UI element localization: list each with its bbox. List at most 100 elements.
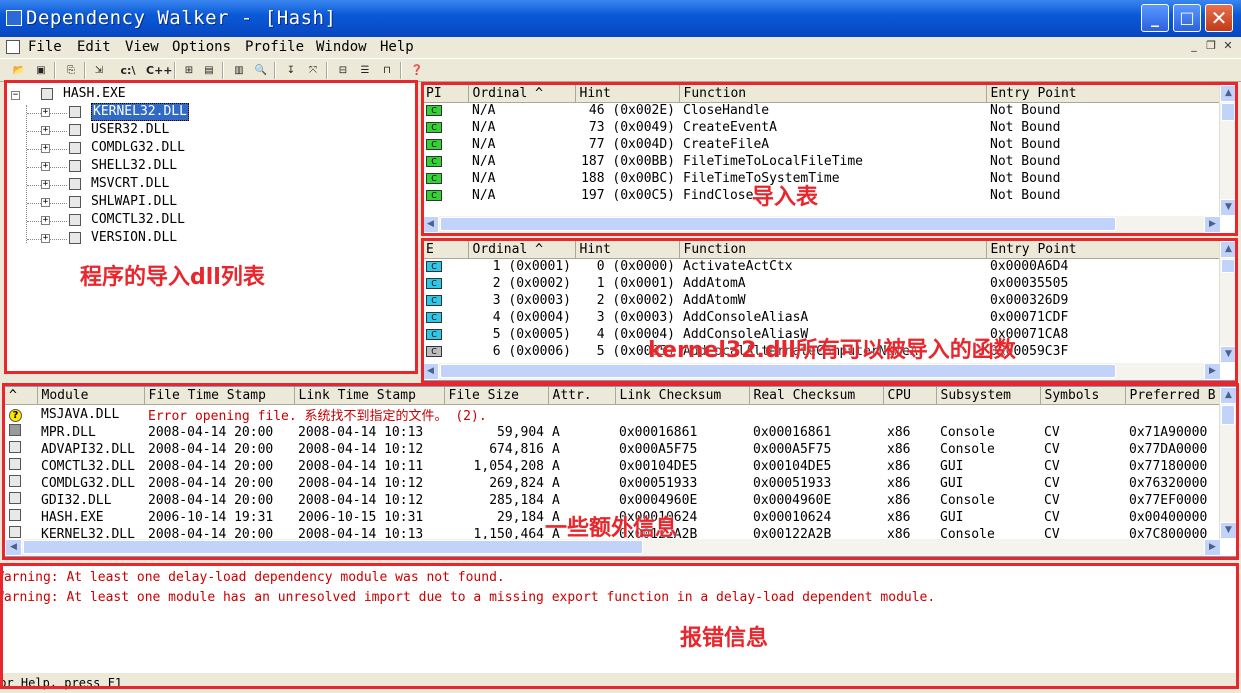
table-row[interactable]: MPR.DLL 2008-04-14 20:00 2008-04-14 10:13 5… xyxy=(5,424,1236,441)
tree-root[interactable]: HASH.EXE xyxy=(63,85,126,103)
tree-item[interactable]: COMDLG32.DLL xyxy=(91,139,185,157)
table-row[interactable]: C N/A 73 (0x0049) CreateEventA Not Bound xyxy=(422,119,1221,136)
col-function[interactable]: Function xyxy=(679,85,987,103)
col-entry-point[interactable]: Entry Point xyxy=(986,85,1222,103)
modules-col-header[interactable]: File Size xyxy=(444,387,549,405)
copy-icon[interactable]: ⎘ xyxy=(62,62,80,79)
tree-item[interactable]: COMCTL32.DLL xyxy=(91,211,185,229)
function-type-icon: C xyxy=(422,309,468,326)
table-row[interactable]: C 2 (0x0002) 1 (0x0001) AddAtomA 0x00035505 xyxy=(422,275,1221,292)
imports-pane[interactable]: PI Ordinal ^ Hint Function Entry Point C… xyxy=(421,84,1237,234)
col-ordinal[interactable]: Ordinal ^ xyxy=(468,241,576,259)
open-icon[interactable]: 📂 xyxy=(10,62,28,79)
table-cell: Not Bound xyxy=(990,137,1061,152)
imports-vscroll[interactable]: ▲ ▼ xyxy=(1219,85,1236,216)
table-row[interactable]: C 1 (0x0001) 0 (0x0000) ActivateActCtx 0x000… xyxy=(422,258,1221,275)
imports-hscroll[interactable]: ◀ ▶ xyxy=(422,216,1221,233)
table-row[interactable]: GDI32.DLL 2008-04-14 20:00 2008-04-14 10:1… xyxy=(5,492,1236,509)
copy-list-icon[interactable]: ⇲ xyxy=(90,62,108,79)
tree-expand-toggle[interactable]: + xyxy=(41,144,50,153)
modules-col-header[interactable]: Attr. xyxy=(548,387,616,405)
table-cell: 2008-04-14 10:12 xyxy=(298,492,424,508)
mdi-minimize-icon[interactable]: _ xyxy=(1186,39,1202,53)
menu-edit[interactable]: Edit xyxy=(77,39,111,55)
modules-col-header[interactable]: File Time Stamp xyxy=(144,387,295,405)
modules-col-header[interactable]: ^ xyxy=(5,387,38,405)
c-function-icon: C xyxy=(426,139,442,150)
table-row[interactable]: ? MSJAVA.DLL Error opening file. 系统找不到指定的文… xyxy=(5,404,1236,424)
tree-item[interactable]: USER32.DLL xyxy=(91,121,169,139)
menu-file[interactable]: File xyxy=(28,39,62,55)
tree-expand-toggle[interactable]: + xyxy=(41,198,50,207)
modules-col-header[interactable]: Link Checksum xyxy=(615,387,750,405)
properties-icon[interactable]: ▤ xyxy=(200,62,218,79)
view-module-icon[interactable]: ▥ xyxy=(230,62,248,79)
tree-expand-toggle[interactable]: + xyxy=(41,108,50,117)
col-entry-point[interactable]: Entry Point xyxy=(986,241,1222,259)
save-icon[interactable]: ▣ xyxy=(32,62,50,79)
modules-col-header[interactable]: Module xyxy=(37,387,145,405)
full-paths-icon[interactable]: ⤧ xyxy=(304,62,322,79)
log-pane[interactable]: Warning: At least one delay-load depende… xyxy=(0,566,1237,673)
menu-help[interactable]: Help xyxy=(380,39,414,55)
col-e[interactable]: E xyxy=(422,241,469,259)
tree-item[interactable]: KERNEL32.DLL xyxy=(91,103,189,121)
log-line: Warning: At least one module has an unre… xyxy=(0,590,936,605)
table-row[interactable]: C 4 (0x0004) 3 (0x0003) AddConsoleAliasA 0x0… xyxy=(422,309,1221,326)
close-button[interactable]: ✕ xyxy=(1205,4,1233,32)
path-icon[interactable]: c:\ xyxy=(116,62,140,79)
expand-icon[interactable]: ⊞ xyxy=(180,62,198,79)
modules-col-header[interactable]: CPU xyxy=(883,387,937,405)
tree-collapse-toggle[interactable]: − xyxy=(11,91,20,100)
tree-item[interactable]: SHELL32.DLL xyxy=(91,157,177,175)
module-tree-pane[interactable]: − HASH.EXE + KERNEL32.DLL + USER32.DLL + COMD… xyxy=(4,82,417,372)
help-icon[interactable]: ❓ xyxy=(408,62,426,79)
mdi-restore-icon[interactable]: ❐ xyxy=(1203,39,1219,53)
menu-window[interactable]: Window xyxy=(316,39,367,55)
tree-item[interactable]: VERSION.DLL xyxy=(91,229,177,247)
table-row[interactable]: C N/A 77 (0x004D) CreateFileA Not Bound xyxy=(422,136,1221,153)
menu-profile[interactable]: Profile xyxy=(245,39,304,55)
exports-hscroll[interactable]: ◀ ▶ xyxy=(422,363,1221,380)
modules-vscroll[interactable]: ▲ ▼ xyxy=(1219,387,1236,539)
col-pi[interactable]: PI xyxy=(422,85,469,103)
module-icon xyxy=(5,424,37,441)
modules-col-header[interactable]: Subsystem xyxy=(936,387,1041,405)
col-hint[interactable]: Hint xyxy=(575,85,680,103)
tree-expand-toggle[interactable]: + xyxy=(41,180,50,189)
undecorate-icon[interactable]: ⊟ xyxy=(334,62,352,79)
menu-options[interactable]: Options xyxy=(172,39,231,55)
exports-vscroll[interactable]: ▲ ▼ xyxy=(1219,241,1236,363)
table-row[interactable]: C N/A 46 (0x002E) CloseHandle Not Bound xyxy=(422,102,1221,119)
modules-col-header[interactable]: Link Time Stamp xyxy=(294,387,445,405)
tree-expand-toggle[interactable]: + xyxy=(41,234,50,243)
find-icon[interactable]: 🔍 xyxy=(252,62,270,79)
table-row[interactable]: C N/A 197 (0x00C5) FindClose Not Bound xyxy=(422,187,1221,204)
table-row[interactable]: ADVAPI32.DLL 2008-04-14 20:00 2008-04-14 1… xyxy=(5,441,1236,458)
mdi-close-icon[interactable]: ✕ xyxy=(1220,39,1236,53)
table-row[interactable]: C 3 (0x0003) 2 (0x0002) AddAtomW 0x000326D9 xyxy=(422,292,1221,309)
cpp-icon[interactable]: C++ xyxy=(146,62,173,79)
menu-view[interactable]: View xyxy=(125,39,159,55)
modules-col-header[interactable]: Symbols xyxy=(1040,387,1126,405)
table-row[interactable]: C N/A 187 (0x00BB) FileTimeToLocalFileTime N… xyxy=(422,153,1221,170)
tree-expand-toggle[interactable]: + xyxy=(41,162,50,171)
tree-expand-toggle[interactable]: + xyxy=(41,126,50,135)
function-type-icon: C xyxy=(422,292,468,309)
col-ordinal[interactable]: Ordinal ^ xyxy=(468,85,576,103)
autoexpand-icon[interactable]: ↧ xyxy=(282,62,300,79)
table-row[interactable]: COMDLG32.DLL 2008-04-14 20:00 2008-04-14 1… xyxy=(5,475,1236,492)
layout-icon[interactable]: ☰ xyxy=(356,62,374,79)
maximize-button[interactable]: □ xyxy=(1173,4,1201,32)
tree-item[interactable]: MSVCRT.DLL xyxy=(91,175,169,193)
table-row[interactable]: COMCTL32.DLL 2008-04-14 20:00 2008-04-14 1… xyxy=(5,458,1236,475)
col-hint[interactable]: Hint xyxy=(575,241,680,259)
tree-expand-toggle[interactable]: + xyxy=(41,216,50,225)
layout2-icon[interactable]: ⊓ xyxy=(378,62,396,79)
col-function[interactable]: Function xyxy=(679,241,987,259)
table-cell: 197 (0x00C5) xyxy=(581,188,675,203)
tree-item[interactable]: SHLWAPI.DLL xyxy=(91,193,177,211)
modules-col-header[interactable]: Real Checksum xyxy=(749,387,884,405)
table-row[interactable]: C N/A 188 (0x00BC) FileTimeToSystemTime Not … xyxy=(422,170,1221,187)
minimize-button[interactable]: _ xyxy=(1141,4,1169,32)
